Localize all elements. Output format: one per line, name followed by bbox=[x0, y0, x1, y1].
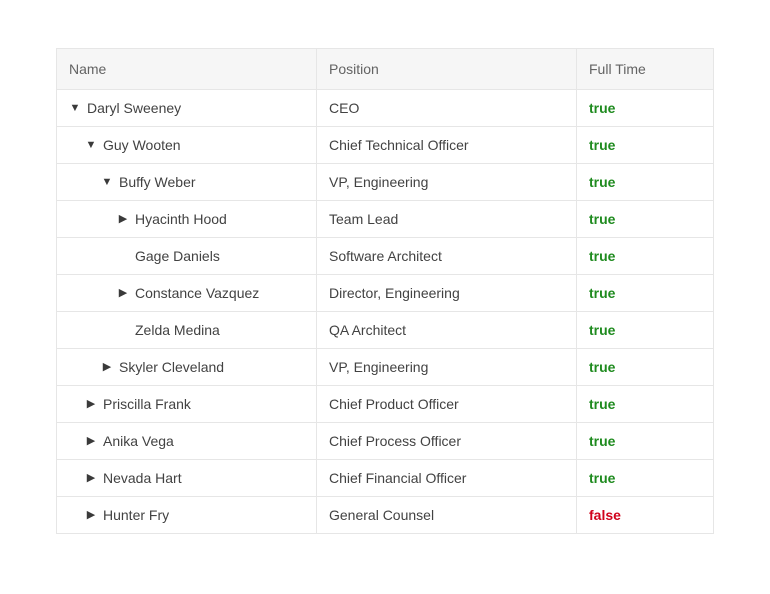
fulltime-cell: true bbox=[577, 90, 713, 126]
table-row[interactable]: ▶Zelda MedinaQA Architecttrue bbox=[57, 312, 713, 349]
row-name: Priscilla Frank bbox=[103, 396, 191, 412]
position-cell: Chief Technical Officer bbox=[317, 127, 577, 163]
caret-right-icon[interactable]: ▶ bbox=[101, 361, 113, 373]
position-cell: Software Architect bbox=[317, 238, 577, 274]
name-cell: ▶ Priscilla Frank bbox=[57, 386, 317, 422]
table-row[interactable]: ▼ Buffy Weber VP, Engineeringtrue bbox=[57, 164, 713, 201]
name-cell: ▶Gage Daniels bbox=[57, 238, 317, 274]
name-cell: ▼ Daryl Sweeney bbox=[57, 90, 317, 126]
fulltime-cell: true bbox=[577, 386, 713, 422]
name-cell: ▶ Constance Vazquez bbox=[57, 275, 317, 311]
caret-down-icon[interactable]: ▼ bbox=[101, 176, 113, 188]
name-cell: ▶ Skyler Cleveland bbox=[57, 349, 317, 385]
row-name: Gage Daniels bbox=[135, 248, 220, 264]
column-header-name[interactable]: Name bbox=[57, 49, 317, 89]
table-row[interactable]: ▶ Nevada Hart Chief Financial Officertrue bbox=[57, 460, 713, 497]
caret-right-icon[interactable]: ▶ bbox=[117, 287, 129, 299]
row-name: Anika Vega bbox=[103, 433, 174, 449]
row-name: Nevada Hart bbox=[103, 470, 182, 486]
row-name: Daryl Sweeney bbox=[87, 100, 181, 116]
caret-down-icon[interactable]: ▼ bbox=[69, 102, 81, 114]
fulltime-cell: true bbox=[577, 127, 713, 163]
table-row[interactable]: ▶ Anika Vega Chief Process Officertrue bbox=[57, 423, 713, 460]
table-row[interactable]: ▶ Hyacinth Hood Team Leadtrue bbox=[57, 201, 713, 238]
column-header-row: Name Position Full Time bbox=[57, 49, 713, 90]
table-row[interactable]: ▶ Priscilla Frank Chief Product Officertru… bbox=[57, 386, 713, 423]
name-cell: ▼ Buffy Weber bbox=[57, 164, 317, 200]
table-row[interactable]: ▶ Constance Vazquez Director, Engineeringt… bbox=[57, 275, 713, 312]
position-cell: Chief Financial Officer bbox=[317, 460, 577, 496]
column-header-fulltime[interactable]: Full Time bbox=[577, 49, 713, 89]
tree-list: Name Position Full Time ▼ Daryl Sweeney CE… bbox=[56, 48, 714, 534]
position-cell: VP, Engineering bbox=[317, 164, 577, 200]
column-header-position[interactable]: Position bbox=[317, 49, 577, 89]
fulltime-cell: false bbox=[577, 497, 713, 533]
position-cell: Chief Process Officer bbox=[317, 423, 577, 459]
fulltime-cell: true bbox=[577, 312, 713, 348]
row-name: Hunter Fry bbox=[103, 507, 169, 523]
table-row[interactable]: ▶Gage DanielsSoftware Architecttrue bbox=[57, 238, 713, 275]
position-cell: General Counsel bbox=[317, 497, 577, 533]
position-cell: Team Lead bbox=[317, 201, 577, 237]
name-cell: ▶Zelda Medina bbox=[57, 312, 317, 348]
caret-right-icon[interactable]: ▶ bbox=[85, 435, 97, 447]
row-name: Hyacinth Hood bbox=[135, 211, 227, 227]
caret-down-icon[interactable]: ▼ bbox=[85, 139, 97, 151]
fulltime-cell: true bbox=[577, 201, 713, 237]
fulltime-cell: true bbox=[577, 275, 713, 311]
caret-right-icon[interactable]: ▶ bbox=[117, 213, 129, 225]
table-row[interactable]: ▼ Daryl Sweeney CEOtrue bbox=[57, 90, 713, 127]
position-cell: CEO bbox=[317, 90, 577, 126]
row-name: Buffy Weber bbox=[119, 174, 196, 190]
caret-right-icon[interactable]: ▶ bbox=[85, 472, 97, 484]
row-name: Zelda Medina bbox=[135, 322, 220, 338]
position-cell: Director, Engineering bbox=[317, 275, 577, 311]
position-cell: Chief Product Officer bbox=[317, 386, 577, 422]
fulltime-cell: true bbox=[577, 460, 713, 496]
caret-right-icon[interactable]: ▶ bbox=[85, 398, 97, 410]
name-cell: ▶ Nevada Hart bbox=[57, 460, 317, 496]
name-cell: ▼ Guy Wooten bbox=[57, 127, 317, 163]
fulltime-cell: true bbox=[577, 164, 713, 200]
name-cell: ▶ Anika Vega bbox=[57, 423, 317, 459]
fulltime-cell: true bbox=[577, 238, 713, 274]
fulltime-cell: true bbox=[577, 423, 713, 459]
table-row[interactable]: ▼ Guy Wooten Chief Technical Officertrue bbox=[57, 127, 713, 164]
row-name: Constance Vazquez bbox=[135, 285, 259, 301]
row-name: Skyler Cleveland bbox=[119, 359, 224, 375]
row-name: Guy Wooten bbox=[103, 137, 181, 153]
caret-right-icon[interactable]: ▶ bbox=[85, 509, 97, 521]
position-cell: QA Architect bbox=[317, 312, 577, 348]
position-cell: VP, Engineering bbox=[317, 349, 577, 385]
name-cell: ▶ Hyacinth Hood bbox=[57, 201, 317, 237]
name-cell: ▶ Hunter Fry bbox=[57, 497, 317, 533]
table-row[interactable]: ▶ Skyler Cleveland VP, Engineeringtrue bbox=[57, 349, 713, 386]
fulltime-cell: true bbox=[577, 349, 713, 385]
table-row[interactable]: ▶ Hunter Fry General Counselfalse bbox=[57, 497, 713, 534]
